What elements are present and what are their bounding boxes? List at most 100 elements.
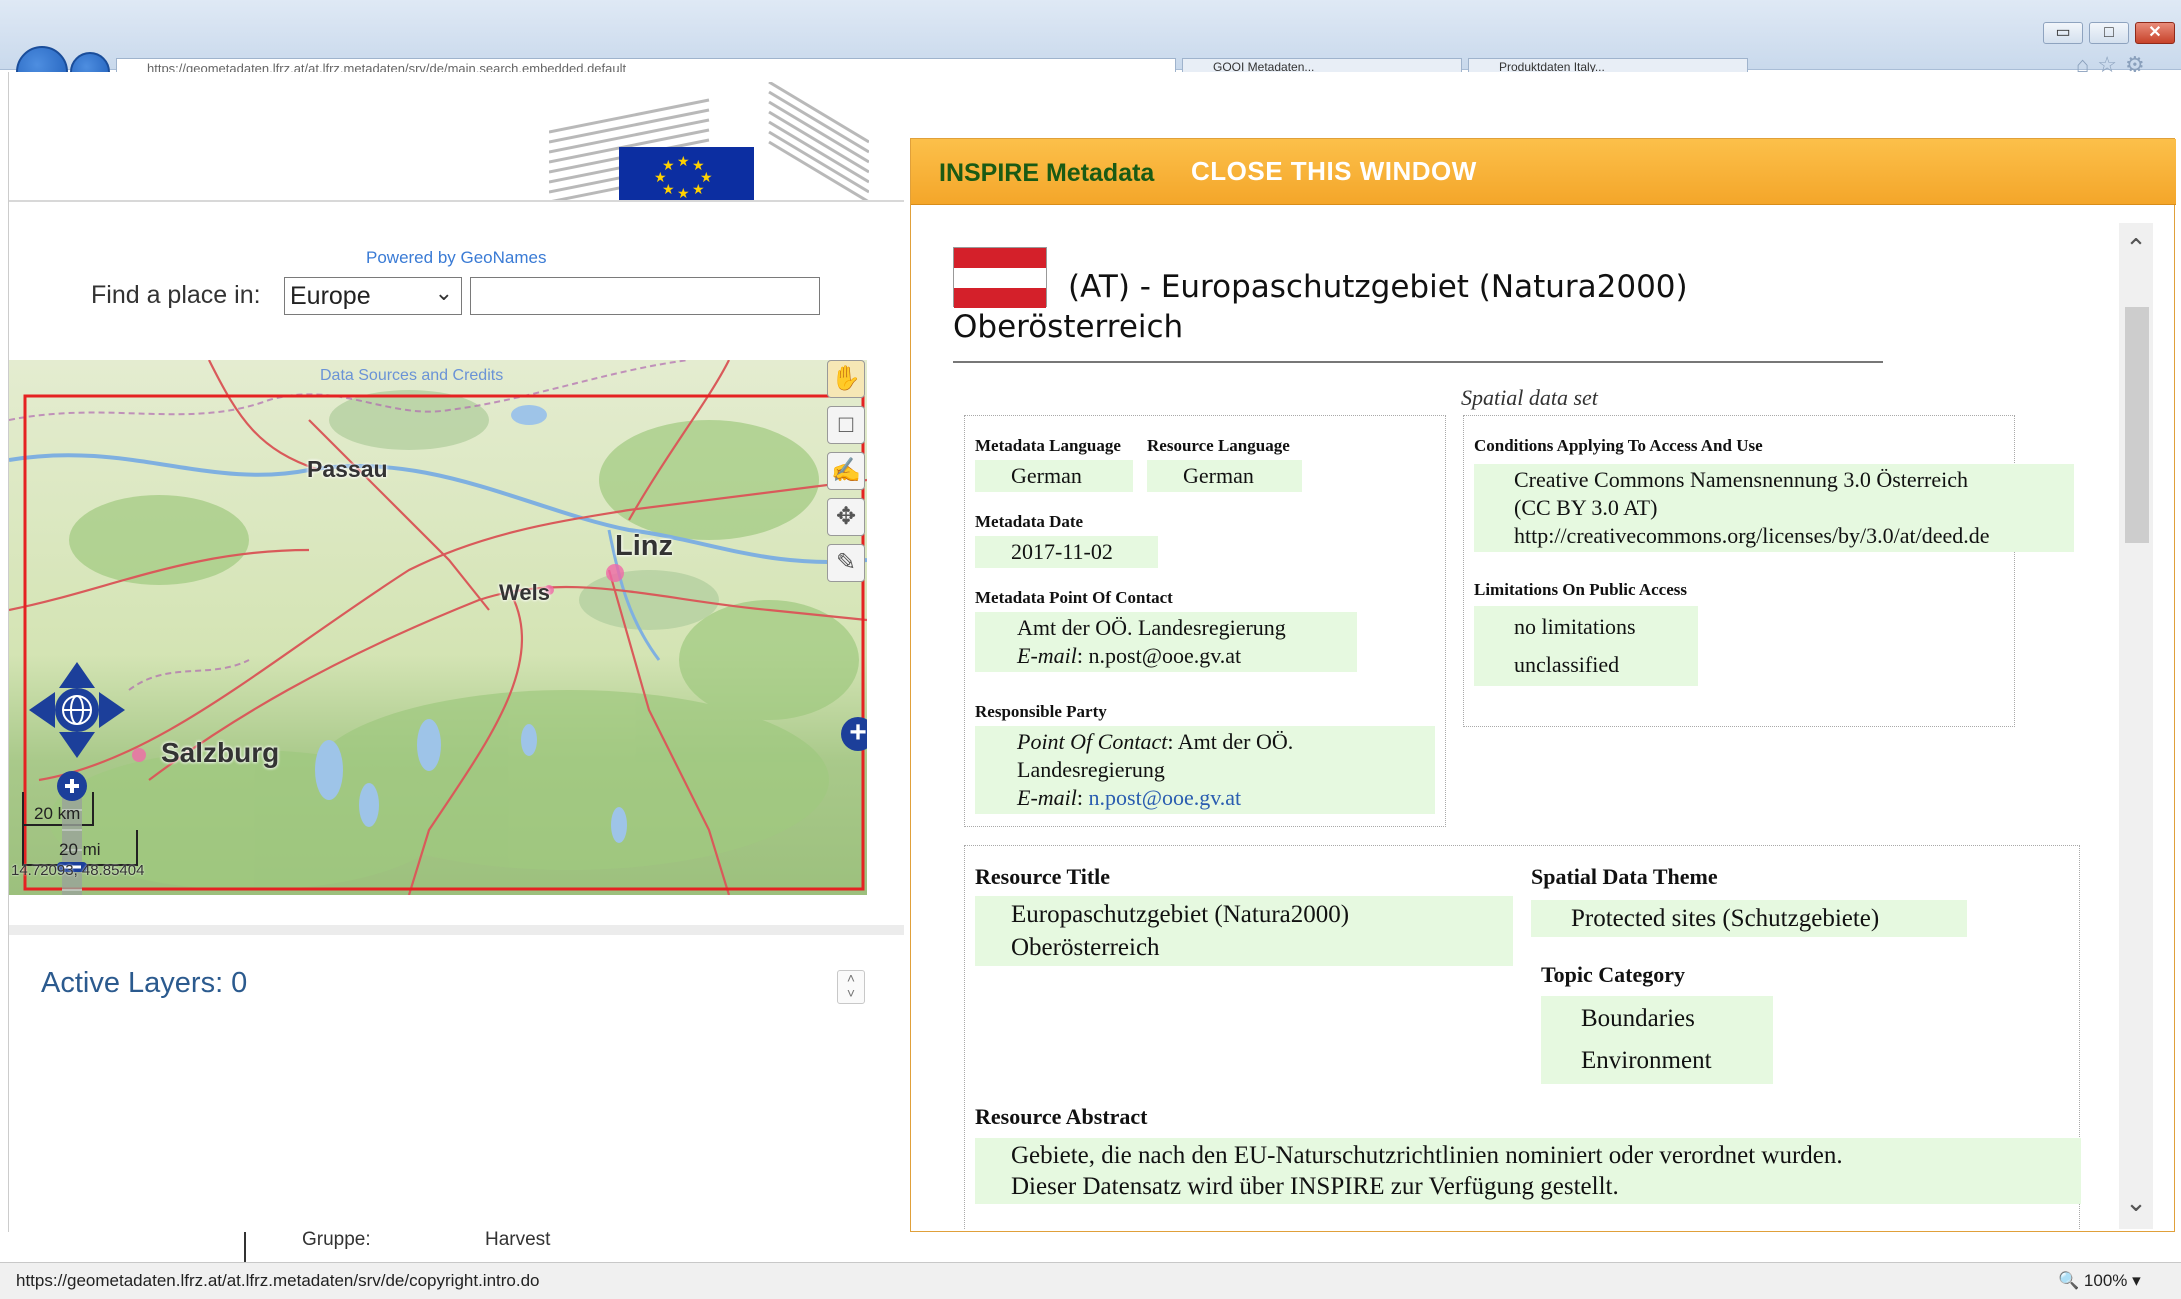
- metadata-language-value: German: [975, 460, 1133, 492]
- map-tool-lasso[interactable]: ✍: [827, 452, 865, 490]
- page-content: ★ ★ ★ ★ ★ ★ ★ ★ Powered by GeoNames Find a pl…: [8, 72, 2176, 1262]
- rp-poc-label: Point Of Contact: [1017, 729, 1168, 754]
- rp-organisation: Amt der OÖ.: [1177, 729, 1294, 754]
- metadata-box: Metadata Language Resource Language Germ…: [964, 415, 1446, 827]
- powered-by-link[interactable]: Powered by GeoNames: [366, 248, 546, 268]
- map-tool-pan[interactable]: ✋: [827, 360, 865, 398]
- austria-flag: [953, 247, 1047, 308]
- browser-tab-2[interactable]: Produktdaten Italy...: [1468, 58, 1748, 74]
- status-url: https://geometadaten.lfrz.at/at.lfrz.met…: [16, 1271, 540, 1290]
- scrollbar-thumb[interactable]: [2125, 307, 2149, 543]
- limitations-value: no limitations unclassified: [1474, 606, 1698, 686]
- poc-email[interactable]: n.post@ooe.gv.at: [1089, 643, 1242, 668]
- close-icon: ✕: [2148, 24, 2162, 41]
- grid-header-harvest: Harvest: [485, 1229, 551, 1250]
- metadata-date-label: Metadata Date: [975, 512, 1084, 531]
- plus-icon: +: [849, 716, 867, 749]
- rp-poc-row: Point Of Contact: Amt der OÖ.: [1017, 729, 1294, 754]
- svg-text:★: ★: [677, 154, 690, 170]
- map-scale-km: 20 km: [34, 804, 81, 823]
- email-label: E-mail: [1017, 643, 1077, 668]
- lasso-icon: ✍: [831, 457, 861, 484]
- title-rule: [953, 361, 1883, 363]
- popup-title: INSPIRE Metadata: [939, 159, 1155, 187]
- metadata-popup: INSPIRE Metadata CLOSE THIS WINDOW (AT) …: [910, 138, 2176, 1232]
- resource-language-label: Resource Language: [1147, 436, 1290, 455]
- topic-category-label: Topic Category: [1541, 962, 1686, 987]
- chevron-up-icon: ˄: [846, 970, 856, 986]
- grid-column-separator: [244, 1232, 246, 1262]
- resource-title-value: Europaschutzgebiet (Natura2000) Oberöste…: [975, 896, 1513, 966]
- minimize-button[interactable]: ▭: [2043, 22, 2083, 44]
- map-tool-draw[interactable]: ✎: [827, 544, 865, 582]
- chevron-down-icon: ⌄: [434, 280, 453, 305]
- map-credits-link[interactable]: Data Sources and Credits: [320, 367, 503, 385]
- rp-email-link[interactable]: n.post@ooe.gv.at: [1089, 785, 1242, 810]
- map-label-salzburg: Salzburg: [161, 737, 280, 768]
- pencil-icon: ✎: [835, 549, 857, 576]
- rp-email-row: E-mail: n.post@ooe.gv.at: [1017, 785, 1242, 810]
- resource-title-label: Resource Title: [975, 864, 1111, 889]
- topic-1: Boundaries: [1581, 1005, 1695, 1032]
- conditions-value: Creative Commons Namensnennung 3.0 Öster…: [1474, 464, 2074, 552]
- flag-stripe-bottom: [954, 288, 1046, 308]
- chevron-up-icon[interactable]: ⌃: [2119, 233, 2153, 264]
- layers-scroll-control[interactable]: ˄ ˅: [837, 970, 865, 1004]
- hand-icon: ✋: [831, 365, 861, 392]
- responsible-party-value: Point Of Contact: Amt der OÖ. Landesregi…: [975, 726, 1435, 814]
- add-layer-button[interactable]: +: [841, 717, 867, 751]
- conditions-box: Conditions Applying To Access And Use Cr…: [1463, 415, 2074, 727]
- eu-logo: ★ ★ ★ ★ ★ ★ ★ ★: [549, 82, 869, 202]
- conditions-label: Conditions Applying To Access And Use: [1474, 436, 1763, 455]
- resource-box: Resource Title Europaschutzgebiet (Natur…: [964, 845, 2081, 1229]
- map-label-wels: Wels: [499, 580, 550, 605]
- metadata-content: (AT) - Europaschutzgebiet (Natura2000) O…: [911, 219, 2111, 1229]
- map-tool-move[interactable]: ✥: [827, 498, 865, 536]
- rp-organisation-line2: Landesregierung: [1017, 757, 1165, 782]
- close-window-button[interactable]: ✕: [2135, 22, 2175, 44]
- map-scale-mi: 20 mi: [59, 840, 101, 859]
- map-pan-control[interactable]: [27, 660, 127, 760]
- map-label-linz: Linz: [615, 530, 673, 562]
- map-view[interactable]: + ✋ □ ✍ ✥ ✎: [9, 360, 867, 895]
- conditions-line3[interactable]: http://creativecommons.org/licenses/by/3…: [1514, 522, 2062, 550]
- popup-scrollbar[interactable]: ⌃ ⌄: [2119, 223, 2153, 1229]
- find-place-label: Find a place in:: [91, 281, 261, 309]
- resource-title-line2: Oberösterreich: [1011, 934, 1160, 961]
- left-panel: ★ ★ ★ ★ ★ ★ ★ ★ Powered by GeoNames Find a pl…: [9, 72, 904, 1262]
- close-popup-button[interactable]: CLOSE THIS WINDOW: [1191, 156, 1477, 187]
- metadata-date-value: 2017-11-02: [975, 536, 1158, 568]
- region-select[interactable]: Europe ⌄: [284, 277, 462, 315]
- browser-tab-1[interactable]: GOOI Metadaten...: [1182, 58, 1462, 74]
- chevron-down-icon: ˅: [846, 985, 856, 1001]
- zoom-icon: 🔍: [2058, 1271, 2080, 1290]
- spatial-theme-value: Protected sites (Schutzgebiete): [1531, 900, 1967, 937]
- poc-organisation: Amt der OÖ. Landesregierung: [1017, 615, 1286, 640]
- place-search-input[interactable]: [470, 277, 820, 315]
- grid-header-gruppe: Gruppe:: [302, 1229, 371, 1250]
- header-divider: [9, 200, 904, 202]
- zoom-level[interactable]: 🔍 100% ▾: [2058, 1271, 2141, 1291]
- topic-2: Environment: [1581, 1047, 1712, 1074]
- box-select-icon: □: [838, 411, 854, 438]
- resource-language-value: German: [1147, 460, 1302, 492]
- resource-abstract-label: Resource Abstract: [975, 1104, 1148, 1129]
- browser-window: ← → https://geometadaten.lfrz.at/at.lfrz…: [0, 0, 2181, 1299]
- map-tool-select-box[interactable]: □: [827, 406, 865, 444]
- spatial-theme-label: Spatial Data Theme: [1531, 864, 1718, 889]
- powered-by-text: Powered by GeoNames: [366, 248, 547, 267]
- poc-email-row: E-mail: n.post@ooe.gv.at: [1017, 643, 1242, 668]
- svg-text:★: ★: [692, 182, 705, 198]
- dataset-type: Spatial data set: [1461, 385, 1598, 410]
- map-label-passau: Passau: [307, 456, 388, 482]
- maximize-button[interactable]: □: [2089, 22, 2129, 44]
- abstract-line2: Dieser Datensatz wird über INSPIRE zur V…: [1011, 1173, 1619, 1200]
- conditions-line2: (CC BY 3.0 AT): [1514, 495, 1658, 520]
- minimize-icon: ▭: [2055, 24, 2071, 41]
- move-icon: ✥: [835, 503, 857, 530]
- limitation-1: no limitations: [1514, 614, 1636, 639]
- dataset-title-line2: Oberösterreich: [953, 309, 1184, 345]
- resource-abstract-value: Gebiete, die nach den EU-Naturschutzrich…: [975, 1138, 2081, 1204]
- map-coordinates: 14.72093, 48.85404: [11, 862, 145, 879]
- chevron-down-icon[interactable]: ⌄: [2119, 1187, 2153, 1218]
